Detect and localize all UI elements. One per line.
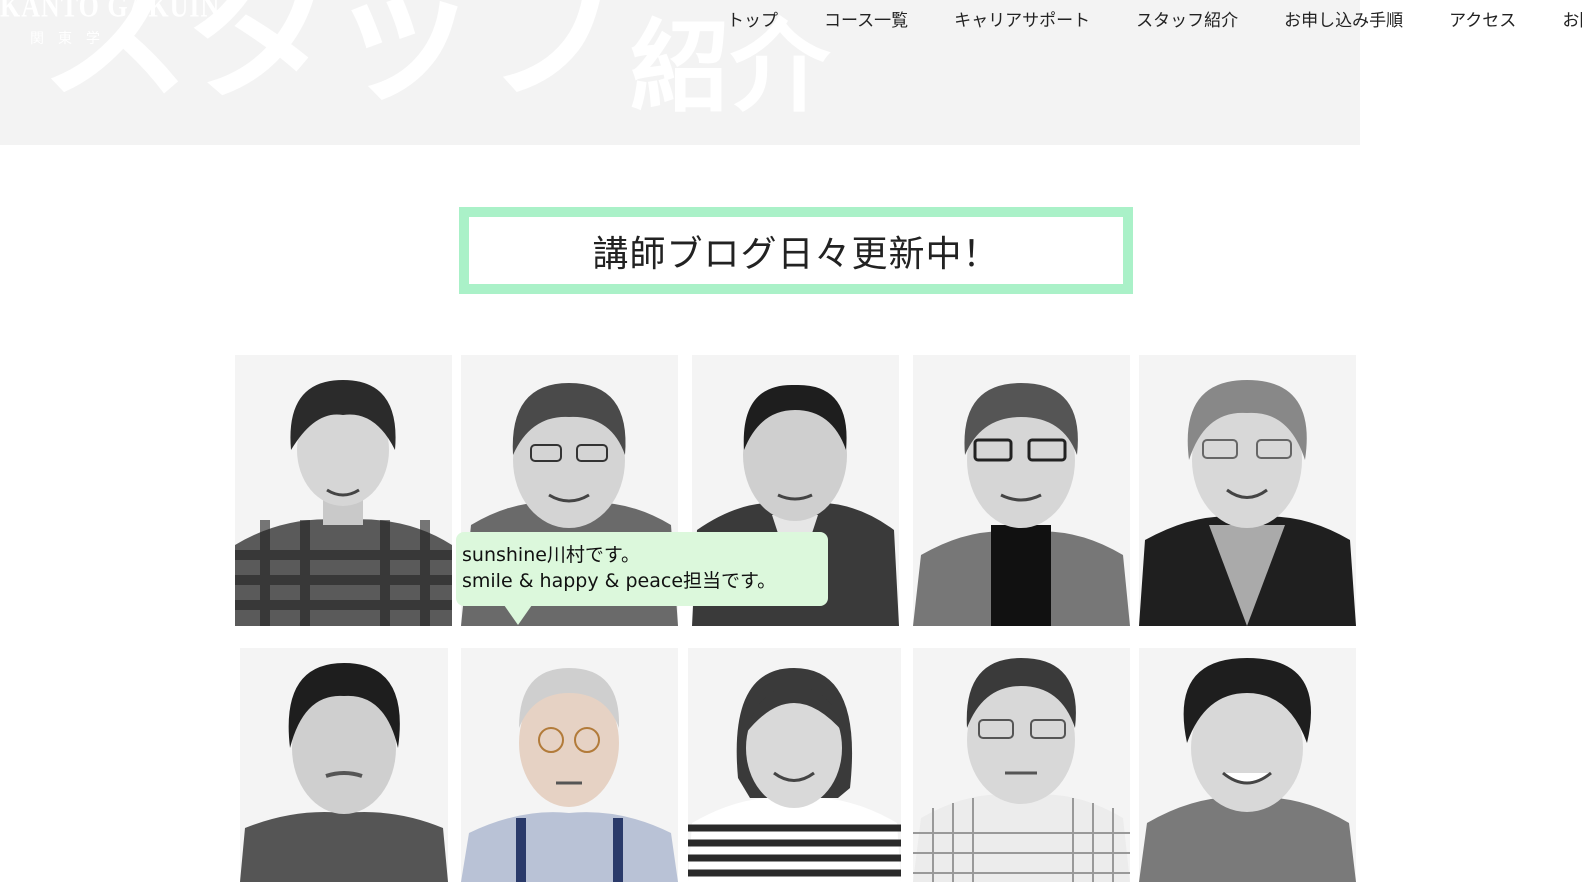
blog-banner-label: 講師ブログ日々更新中！	[592, 233, 1000, 275]
nav-item-application[interactable]: お申し込み手順	[1284, 8, 1403, 34]
nav-item-courses[interactable]: コース一覧	[824, 8, 908, 34]
bubble-line-2: smile & happy & peace担当です。	[462, 570, 777, 592]
staff-photo[interactable]	[913, 648, 1130, 882]
staff-photo[interactable]	[461, 648, 678, 882]
staff-photo[interactable]	[1139, 355, 1356, 626]
site-logo-kanji: 関東学	[30, 31, 114, 47]
staff-speech-bubble: sunshine川村です。 smile & happy & peace担当です。	[456, 532, 828, 606]
nav-item-staff[interactable]: スタッフ紹介	[1136, 8, 1238, 34]
main-nav: トップ コース一覧 キャリアサポート スタッフ紹介 お申し込み手順 アクセス お…	[727, 8, 1582, 34]
staff-photo[interactable]	[235, 355, 452, 626]
site-logo[interactable]: KANTO GAKUIN	[0, 0, 220, 23]
bubble-line-1: sunshine川村です。	[462, 544, 641, 566]
staff-photo[interactable]	[913, 355, 1130, 626]
nav-item-access[interactable]: アクセス	[1449, 8, 1516, 34]
blog-banner[interactable]: 講師ブログ日々更新中！	[459, 207, 1133, 294]
nav-item-contact[interactable]: お問	[1562, 8, 1582, 34]
staff-photo[interactable]	[240, 648, 448, 882]
bubble-tail	[504, 605, 532, 625]
nav-item-top[interactable]: トップ	[727, 8, 778, 34]
nav-item-career-support[interactable]: キャリアサポート	[954, 8, 1090, 34]
staff-photo[interactable]	[1139, 648, 1356, 882]
staff-photo[interactable]	[688, 648, 901, 882]
